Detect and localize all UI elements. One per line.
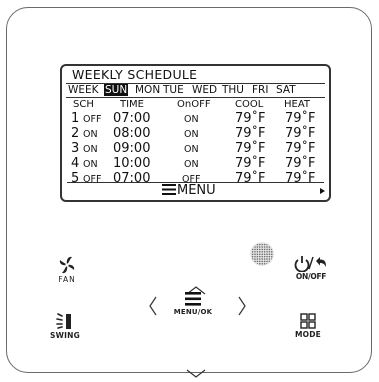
row-number: 5	[71, 171, 80, 186]
row-time: 08:00	[113, 126, 151, 141]
row-time: 07:00	[113, 171, 151, 186]
row-cool: 79˚F	[235, 111, 266, 126]
fan-label: FAN	[58, 275, 76, 284]
col-header-sch: SCH	[73, 99, 94, 110]
row-sch-state: OFF	[83, 174, 102, 185]
week-label: WEEK	[68, 84, 99, 96]
right-button[interactable]	[236, 294, 248, 318]
row-sch-state: ON	[83, 159, 98, 170]
row-heat: 79˚F	[285, 171, 316, 186]
col-header-heat: HEAT	[284, 99, 311, 110]
day-sun[interactable]: SUN	[104, 84, 129, 96]
power-label: ON/OFF	[295, 272, 327, 281]
row-onoff: ON	[184, 129, 199, 140]
row-number: 1	[71, 111, 80, 126]
row-onoff: ON	[184, 114, 199, 125]
col-header-time: TIME	[120, 99, 145, 110]
menu-icon	[162, 184, 176, 195]
day-wed[interactable]: WED	[192, 84, 217, 96]
row-number: 3	[71, 141, 80, 156]
row-number: 4	[71, 156, 80, 171]
row-cool: 79˚F	[235, 141, 266, 156]
mode-button[interactable]: MODE	[290, 313, 326, 339]
weekday-bar: WEEK SUN MON TUE WED THU FRI SAT	[66, 83, 325, 98]
row-number: 2	[71, 126, 80, 141]
menu-icon	[185, 292, 201, 306]
day-fri[interactable]: FRI	[252, 84, 268, 96]
lcd-screen: WEEKLY SCHEDULE WEEK SUN MON TUE WED THU…	[60, 64, 331, 202]
chevron-right-icon	[236, 294, 248, 318]
chevron-down-icon	[185, 368, 207, 380]
left-button[interactable]	[147, 294, 159, 318]
swing-icon	[55, 311, 75, 331]
screen-title: WEEKLY SCHEDULE	[72, 67, 198, 82]
row-heat: 79˚F	[285, 156, 316, 171]
row-sch-state: OFF	[83, 114, 102, 125]
power-button[interactable]: ON/OFF	[291, 254, 331, 281]
row-cool: 79˚F	[235, 156, 266, 171]
thermostat-panel: WEEKLY SCHEDULE WEEK SUN MON TUE WED THU…	[6, 7, 372, 378]
swing-button[interactable]: SWING	[47, 311, 83, 340]
row-time: 07:00	[113, 111, 151, 126]
row-heat: 79˚F	[285, 126, 316, 141]
screen-menu[interactable]: MENU	[162, 183, 216, 198]
chevron-left-icon	[147, 294, 159, 318]
row-onoff: ON	[184, 144, 199, 155]
row-sch-state: ON	[83, 129, 98, 140]
col-header-onoff: OnOFF	[177, 99, 211, 110]
schedule-row[interactable]: 4 ON 10:00 ON 79˚F 79˚F	[62, 156, 329, 172]
row-cool: 79˚F	[235, 126, 266, 141]
sensor-icon	[249, 241, 275, 267]
row-sch-state: ON	[83, 144, 98, 155]
row-heat: 79˚F	[285, 111, 316, 126]
row-heat: 79˚F	[285, 141, 316, 156]
power-back-icon	[294, 254, 328, 272]
menu-label: MENU	[177, 183, 216, 198]
triangle-right-icon[interactable]	[320, 188, 325, 194]
schedule-row[interactable]: 1 OFF 07:00 ON 79˚F 79˚F	[62, 111, 329, 127]
row-time: 10:00	[113, 156, 151, 171]
day-sat[interactable]: SAT	[276, 84, 296, 96]
day-mon[interactable]: MON	[135, 84, 160, 96]
schedule-row[interactable]: 2 ON 08:00 ON 79˚F 79˚F	[62, 126, 329, 142]
row-time: 09:00	[113, 141, 151, 156]
day-tue[interactable]: TUE	[163, 84, 184, 96]
col-header-cool: COOL	[235, 99, 264, 110]
fan-button[interactable]: FAN	[51, 255, 83, 284]
menu-ok-button[interactable]: MENU/OK	[168, 292, 218, 316]
grid-icon	[300, 313, 316, 329]
row-cool: 79˚F	[235, 171, 266, 186]
row-onoff: ON	[184, 159, 199, 170]
mode-label: MODE	[295, 330, 321, 339]
schedule-row[interactable]: 3 ON 09:00 ON 79˚F 79˚F	[62, 141, 329, 157]
menu-ok-label: MENU/OK	[173, 308, 213, 316]
swing-label: SWING	[50, 331, 80, 340]
day-thu[interactable]: THU	[222, 84, 244, 96]
fan-icon	[56, 255, 78, 275]
sensor	[249, 241, 275, 267]
